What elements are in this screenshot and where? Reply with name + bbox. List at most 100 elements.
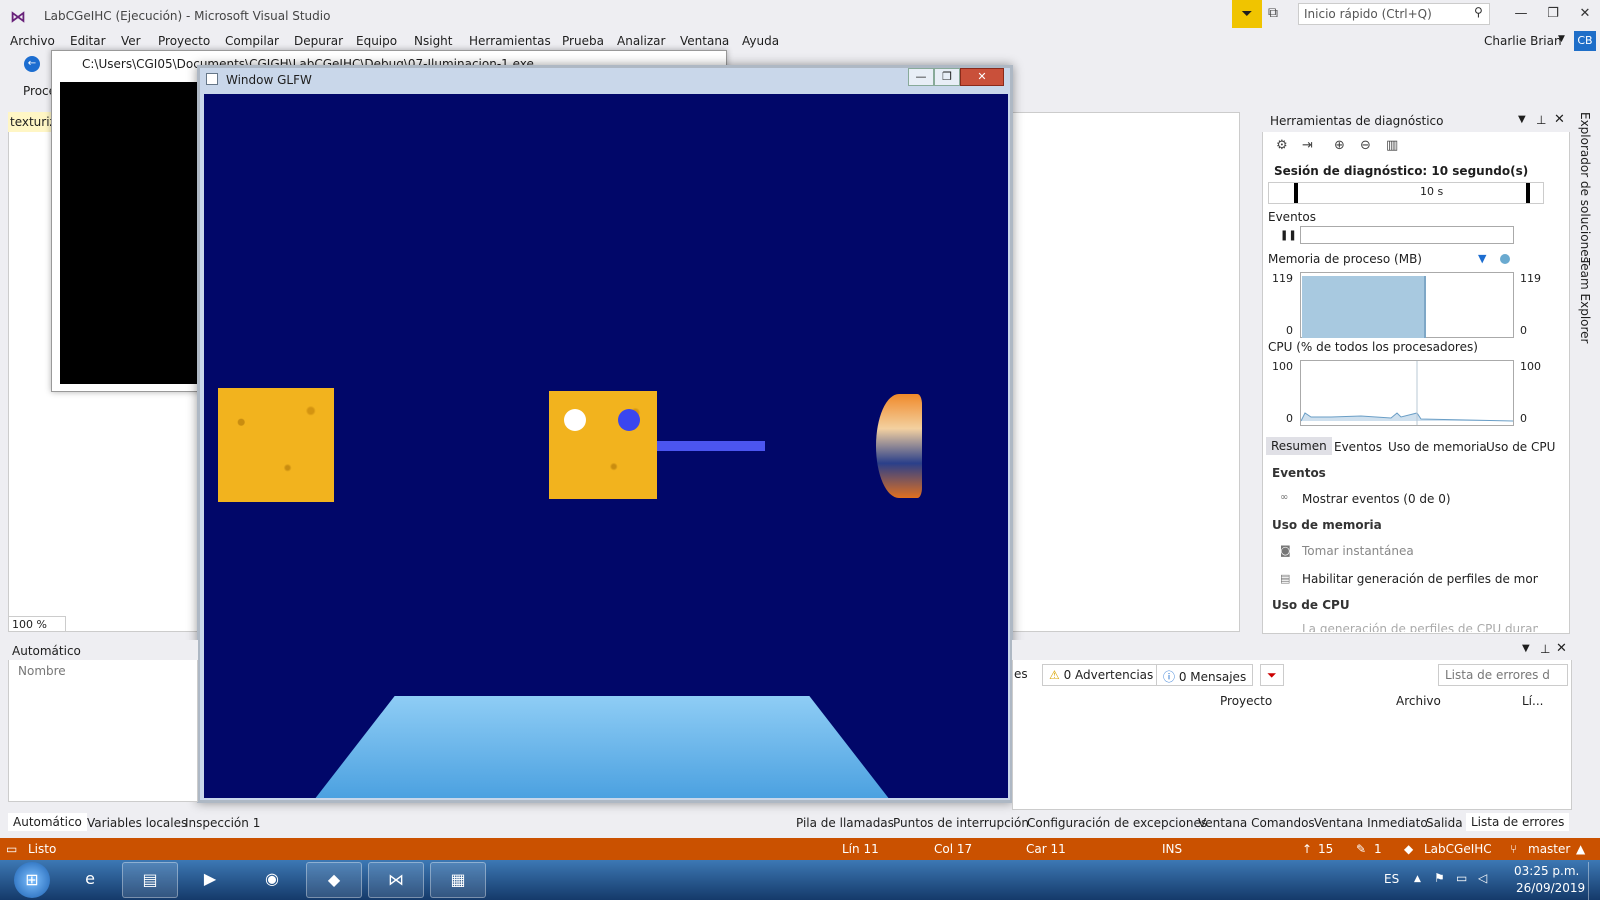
- tab-configuracion-excepciones[interactable]: Configuración de excepciones: [1027, 816, 1207, 830]
- file-explorer-icon[interactable]: ▤: [122, 862, 178, 898]
- panel-close-icon[interactable]: ✕: [1554, 112, 1565, 127]
- start-button-icon[interactable]: ⊞: [14, 862, 50, 898]
- status-push-count[interactable]: 15: [1318, 842, 1333, 856]
- errors-filter-button[interactable]: es: [1008, 664, 1034, 686]
- cpu-min-left: 0: [1286, 412, 1293, 425]
- tab-resumen[interactable]: Resumen: [1266, 437, 1332, 455]
- tab-pila-llamadas[interactable]: Pila de llamadas: [796, 816, 894, 830]
- volume-icon[interactable]: ◁: [1478, 871, 1487, 885]
- menu-prueba[interactable]: Prueba: [562, 34, 604, 48]
- tab-puntos-interrupcion[interactable]: Puntos de interrupción: [893, 816, 1029, 830]
- language-indicator[interactable]: ES: [1384, 872, 1399, 886]
- tab-inspeccion-1[interactable]: Inspección 1: [185, 816, 260, 830]
- clock-date[interactable]: 26/09/2019: [1516, 881, 1585, 895]
- status-branch[interactable]: master: [1528, 842, 1570, 856]
- glfw-minimize-button[interactable]: —: [908, 68, 934, 86]
- back-arrow-icon[interactable]: ←: [24, 56, 40, 72]
- zoom-in-icon[interactable]: ⊕: [1334, 138, 1345, 153]
- internet-explorer-icon[interactable]: e: [62, 862, 118, 898]
- minimize-button[interactable]: —: [1508, 4, 1534, 24]
- snapshot-filter-icon[interactable]: ▼: [1478, 252, 1486, 265]
- timeline-start-marker[interactable]: [1294, 183, 1298, 203]
- menu-depurar[interactable]: Depurar: [294, 34, 343, 48]
- tab-lista-errores[interactable]: Lista de errores: [1466, 813, 1570, 831]
- solution-explorer-tab[interactable]: Explorador de soluciones: [1578, 112, 1592, 263]
- pause-icon[interactable]: ❚❚: [1280, 230, 1297, 241]
- menu-herramientas[interactable]: Herramientas: [469, 34, 551, 48]
- gc-marker-icon: [1500, 254, 1510, 264]
- chart-icon[interactable]: ▥: [1386, 138, 1398, 153]
- error-panel-pin-icon[interactable]: ⊥: [1540, 642, 1550, 656]
- quick-launch-input[interactable]: Inicio rápido (Ctrl+Q): [1298, 3, 1490, 25]
- status-edit-count[interactable]: 1: [1374, 842, 1382, 856]
- team-explorer-tab[interactable]: Team Explorer: [1578, 258, 1592, 344]
- tab-ventana-comandos[interactable]: Ventana Comandos: [1198, 816, 1315, 830]
- chrome-icon[interactable]: ◉: [244, 862, 300, 898]
- menu-ayuda[interactable]: Ayuda: [742, 34, 779, 48]
- menu-compilar[interactable]: Compilar: [225, 34, 279, 48]
- zoom-out-icon[interactable]: ⊖: [1360, 138, 1371, 153]
- glfw-maximize-button[interactable]: ❐: [934, 68, 960, 86]
- messages-filter-button[interactable]: ⓘ 0 Mensajes: [1156, 664, 1254, 686]
- menu-editar[interactable]: Editar: [70, 34, 106, 48]
- name-column-header[interactable]: Nombre: [18, 664, 66, 678]
- chevron-down-icon[interactable]: ▼: [1558, 34, 1565, 44]
- error-list-search-input[interactable]: Lista de errores d: [1438, 664, 1568, 686]
- menu-ver[interactable]: Ver: [121, 34, 141, 48]
- chevron-up-icon[interactable]: ▲: [1576, 842, 1585, 856]
- media-player-icon[interactable]: ▶: [182, 862, 238, 898]
- timeline-ruler[interactable]: [1268, 182, 1544, 204]
- glfw-close-button[interactable]: ✕: [960, 68, 1004, 86]
- notification-filter-icon[interactable]: ⏷: [1232, 0, 1262, 28]
- file-column-header[interactable]: Archivo: [1396, 694, 1441, 708]
- search-icon[interactable]: ⚲: [1474, 5, 1483, 19]
- tab-salida[interactable]: Salida: [1426, 816, 1463, 830]
- git-client-icon[interactable]: ◆: [306, 862, 362, 898]
- menu-proyecto[interactable]: Proyecto: [158, 34, 210, 48]
- menu-analizar[interactable]: Analizar: [617, 34, 665, 48]
- clear-filter-icon[interactable]: ⏷: [1260, 664, 1284, 686]
- user-name[interactable]: Charlie Brian: [1484, 34, 1562, 48]
- status-repository[interactable]: LabCGeIHC: [1424, 842, 1492, 856]
- memory-max-left: 119: [1272, 272, 1293, 285]
- network-icon[interactable]: ▭: [1456, 871, 1467, 885]
- tab-automatico[interactable]: Automático: [8, 813, 87, 831]
- tab-ventana-inmediato[interactable]: Ventana Inmediato: [1314, 816, 1428, 830]
- panel-dropdown-icon[interactable]: ▼: [1518, 114, 1526, 125]
- take-snapshot-button[interactable]: Tomar instantánea: [1302, 544, 1414, 558]
- glfw-app-taskbar-icon[interactable]: ▦: [430, 862, 486, 898]
- close-button[interactable]: ✕: [1572, 4, 1598, 24]
- flag-icon[interactable]: ⚑: [1434, 871, 1445, 885]
- opengl-canvas[interactable]: [204, 94, 1008, 798]
- enable-heap-profiling-checkbox[interactable]: Habilitar generación de perfiles de mont…: [1302, 572, 1538, 586]
- tab-variables-locales[interactable]: Variables locales: [87, 816, 187, 830]
- menu-equipo[interactable]: Equipo: [356, 34, 397, 48]
- menu-archivo[interactable]: Archivo: [10, 34, 55, 48]
- feedback-icon[interactable]: ⧉: [1268, 5, 1278, 21]
- show-hidden-icons-icon[interactable]: ▲: [1414, 874, 1421, 884]
- menu-ventana[interactable]: Ventana: [680, 34, 729, 48]
- cpu-heading[interactable]: CPU (% de todos los procesadores): [1268, 340, 1478, 354]
- error-panel-dropdown-icon[interactable]: ▼: [1522, 643, 1530, 654]
- show-events-link[interactable]: Mostrar eventos (0 de 0): [1302, 492, 1451, 506]
- timeline-end-marker[interactable]: [1526, 183, 1530, 203]
- clock-time[interactable]: 03:25 p.m.: [1514, 864, 1579, 878]
- line-column-header[interactable]: Lí...: [1522, 694, 1543, 708]
- export-icon[interactable]: ⇥: [1302, 138, 1313, 153]
- visual-studio-taskbar-icon[interactable]: ⋈: [368, 862, 424, 898]
- error-panel-close-icon[interactable]: ✕: [1556, 641, 1567, 656]
- show-desktop-button[interactable]: [1588, 862, 1600, 900]
- avatar[interactable]: CB: [1574, 31, 1596, 51]
- tab-uso-cpu[interactable]: Uso de CPU: [1486, 440, 1555, 454]
- maximize-button[interactable]: ❐: [1540, 4, 1566, 24]
- settings-icon[interactable]: ⚙: [1276, 138, 1288, 153]
- tab-eventos[interactable]: Eventos: [1334, 440, 1382, 454]
- warnings-filter-button[interactable]: ⚠ 0 Advertencias: [1042, 664, 1161, 686]
- pin-icon[interactable]: ⊥: [1536, 113, 1546, 127]
- events-heading[interactable]: Eventos: [1268, 210, 1316, 224]
- menu-nsight[interactable]: Nsight: [414, 34, 453, 48]
- project-column-header[interactable]: Proyecto: [1220, 694, 1272, 708]
- zoom-dropdown[interactable]: 100 %: [8, 616, 66, 632]
- memory-heading[interactable]: Memoria de proceso (MB): [1268, 252, 1422, 266]
- tab-uso-memoria[interactable]: Uso de memoria: [1388, 440, 1487, 454]
